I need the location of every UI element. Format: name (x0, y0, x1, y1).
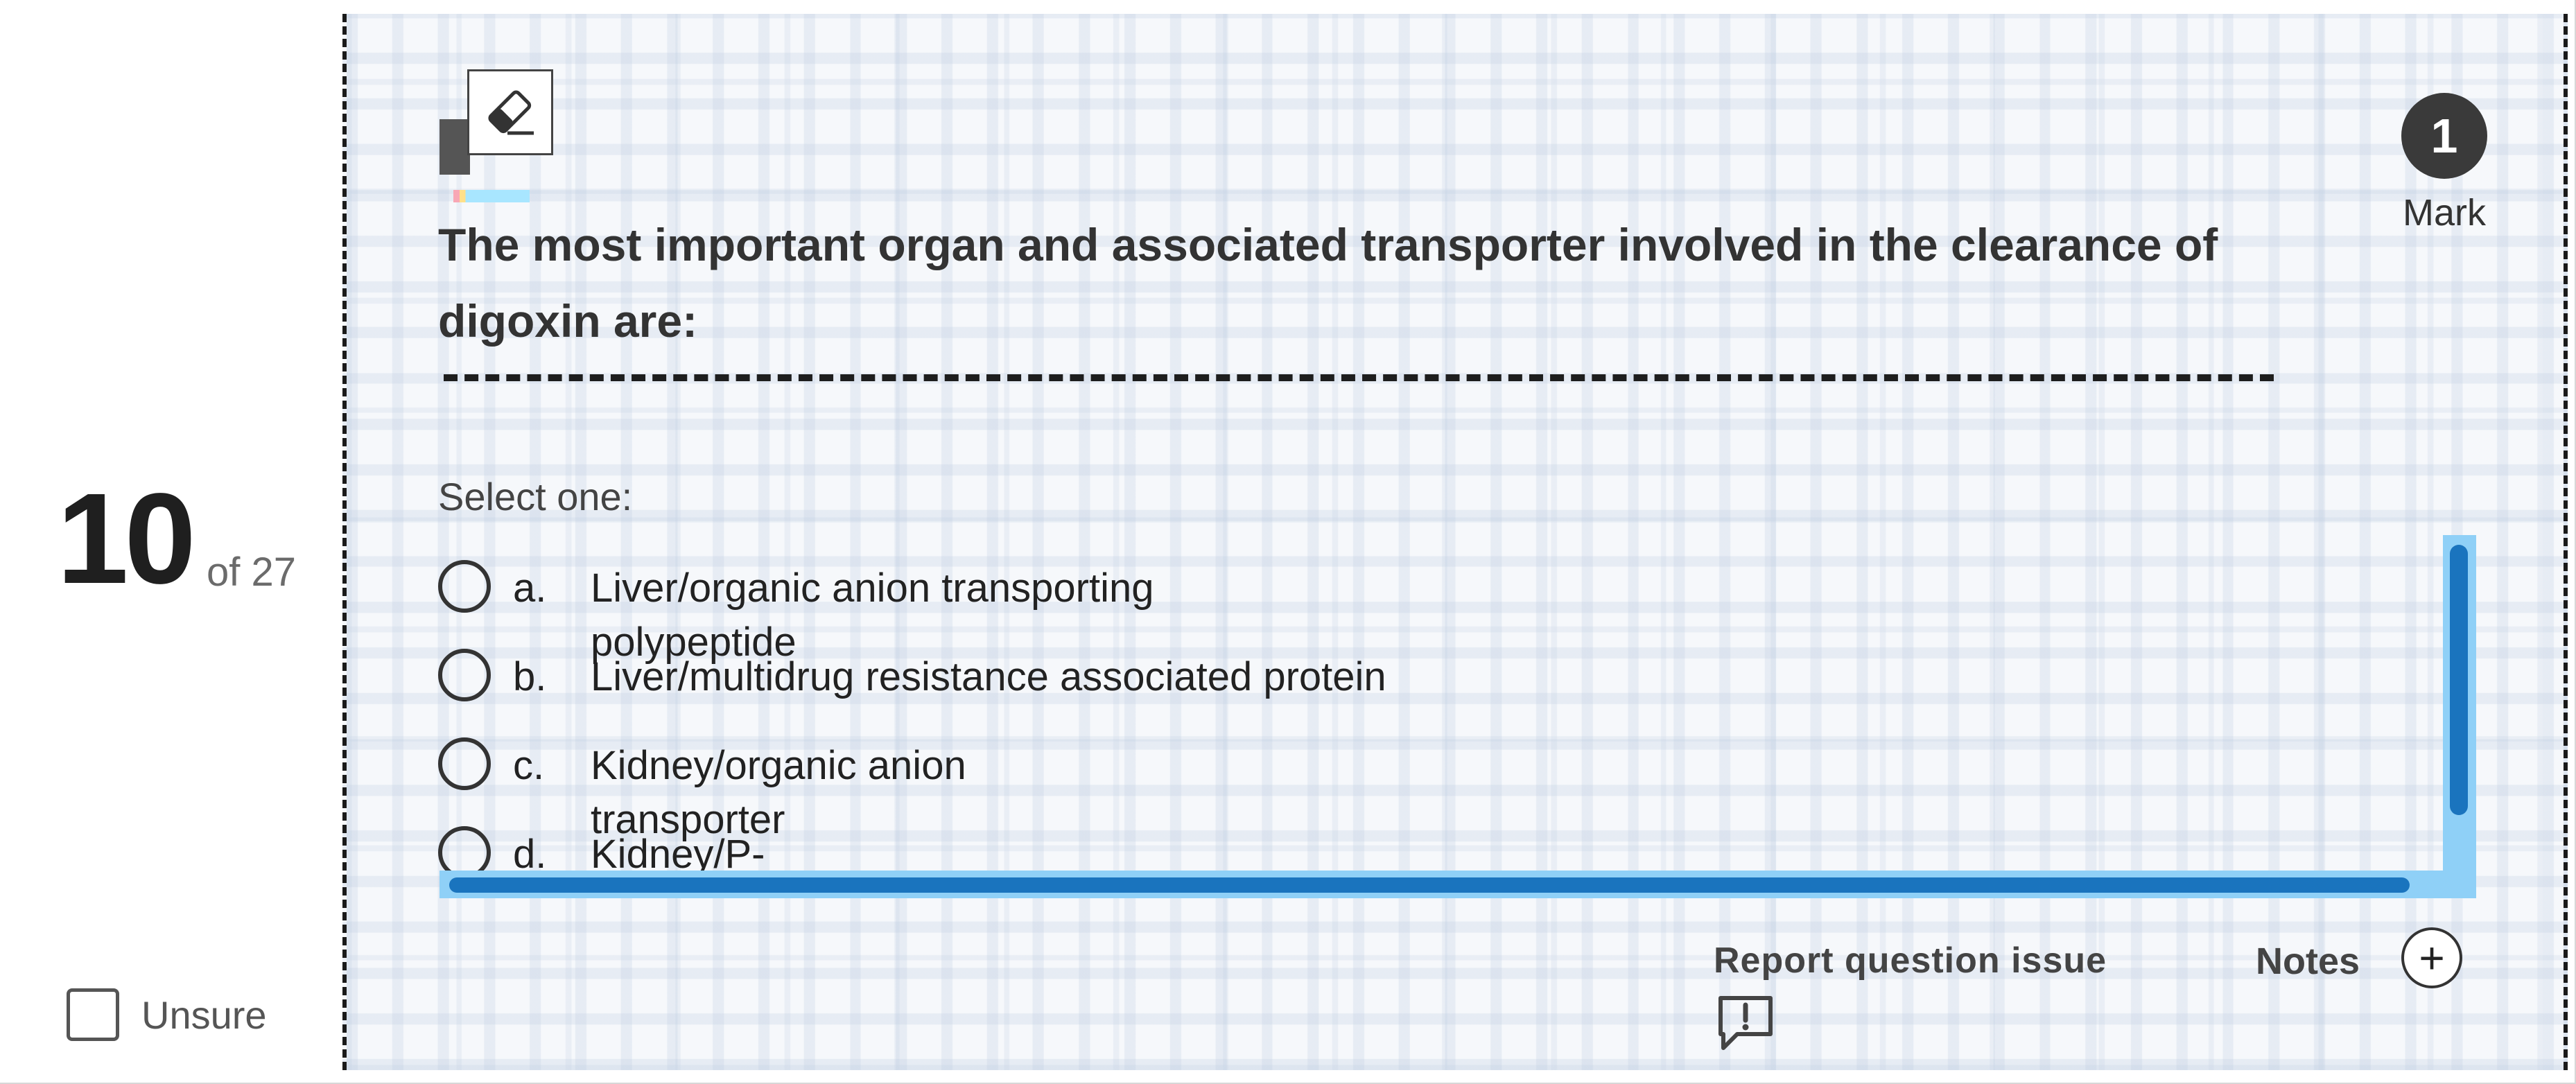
select-instruction: Select one: (438, 475, 633, 518)
plus-icon[interactable]: + (2401, 927, 2462, 988)
highlighter-strip (453, 190, 530, 202)
options-horizontal-scrollbar[interactable] (440, 871, 2476, 898)
marks-badge: 1 (2401, 93, 2487, 179)
option-c-radio[interactable] (438, 737, 491, 790)
option-b-letter: b. (513, 654, 547, 699)
options-vertical-scrollbar[interactable] (2443, 535, 2476, 897)
vertical-scroll-thumb[interactable] (2450, 545, 2468, 815)
marks-label: Mark (2403, 192, 2486, 234)
eraser-tool[interactable] (440, 69, 553, 208)
unsure-checkbox-box[interactable] (67, 988, 119, 1041)
option-b-text[interactable]: Liver/multidrug resistance associated pr… (591, 650, 1630, 704)
unsure-checkbox[interactable]: Unsure (67, 988, 267, 1041)
report-question-issue-link[interactable]: Report question issue (1714, 940, 2107, 981)
eraser-shadow (440, 119, 470, 175)
option-a-radio[interactable] (438, 560, 491, 613)
unsure-label: Unsure (141, 993, 267, 1037)
notes-label[interactable]: Notes (2256, 940, 2360, 983)
option-c-letter: c. (513, 743, 545, 788)
question-panel: 1 Mark The most important organ and asso… (342, 14, 2568, 1070)
option-b-radio[interactable] (438, 649, 491, 701)
option-b[interactable]: b. Liver/multidrug resistance associated… (438, 649, 1630, 704)
report-issue-icon[interactable] (1716, 994, 1775, 1056)
option-a-letter: a. (513, 566, 547, 611)
question-total: of 27 (207, 550, 296, 595)
question-number: 10 (57, 467, 196, 611)
question-stem: The most important organ and associated … (438, 219, 2218, 347)
eraser-icon[interactable] (467, 69, 553, 155)
horizontal-scroll-thumb[interactable] (449, 877, 2410, 893)
stem-divider (444, 374, 2274, 381)
